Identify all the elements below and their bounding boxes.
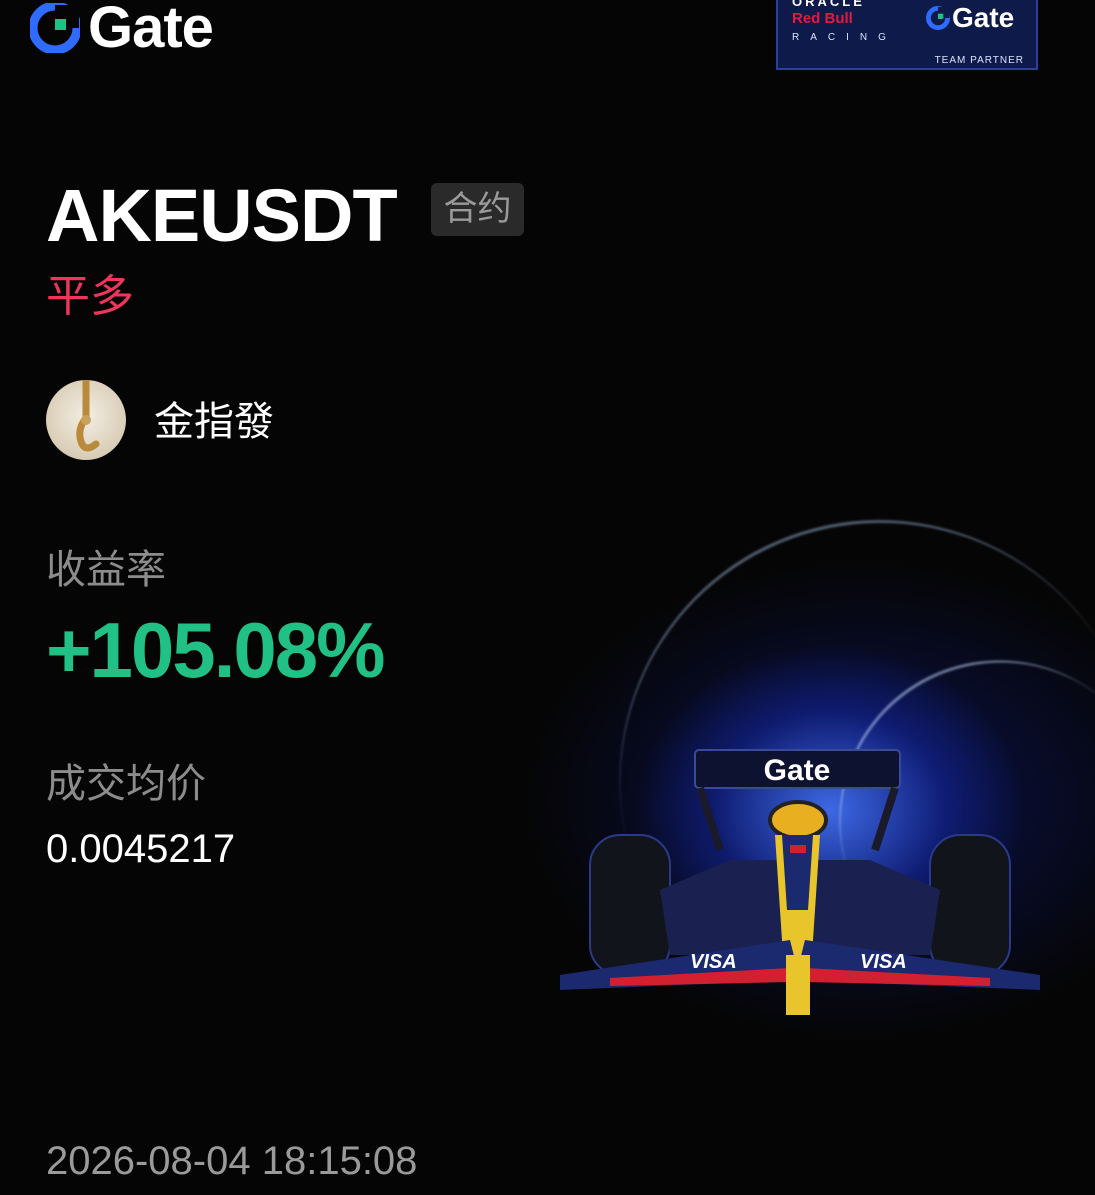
livery-text-left: VISA <box>690 951 737 973</box>
gate-logo-icon <box>28 1 82 55</box>
gate-logo-icon <box>926 6 950 30</box>
avg-price-label: 成交均价 <box>46 762 206 806</box>
roi-label: 收益率 <box>46 548 166 592</box>
username: 金指發 <box>154 400 274 444</box>
timestamp: 2026-08-04 18:15:08 <box>46 1139 418 1183</box>
f1-car-illustration: Gate VISA VISA <box>550 740 1050 1040</box>
roi-value: +105.08% <box>46 606 385 694</box>
contract-tag: 合约 <box>431 183 524 236</box>
brand-name: Gate <box>88 0 214 60</box>
avg-price-value: 0.0045217 <box>46 827 236 871</box>
gate-logo: Gate <box>28 0 214 60</box>
badge-gate-text: Gate <box>952 2 1015 33</box>
livery-text-right: VISA <box>860 951 907 973</box>
team-partner-text: TEAM PARTNER <box>934 55 1024 66</box>
badge-gate-logo: Gate <box>926 2 1014 34</box>
avatar <box>46 380 126 460</box>
trading-pair: AKEUSDT <box>46 174 398 257</box>
redbull-logo: Red Bull <box>792 10 853 27</box>
position-side: 平多 <box>46 272 134 321</box>
wing-text: Gate <box>764 754 831 787</box>
partner-badge: ORACLE Red Bull RACING Gate TEAM PARTNER <box>776 0 1038 70</box>
racing-text: RACING <box>792 32 897 43</box>
oracle-text: ORACLE <box>792 0 865 9</box>
